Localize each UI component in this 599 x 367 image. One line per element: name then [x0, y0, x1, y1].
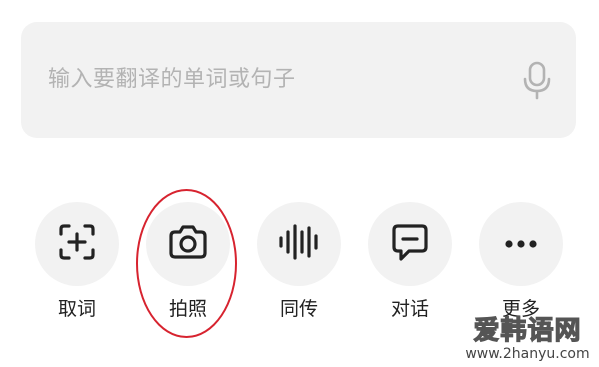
camera-icon: [166, 222, 210, 266]
tool-more-label: 更多: [501, 298, 540, 320]
capture-word-icon: [57, 222, 97, 266]
tool-simultaneous[interactable]: 同传: [257, 202, 341, 326]
tool-capture-word-label: 取词: [57, 298, 96, 320]
tool-capture-word[interactable]: 取词: [35, 202, 119, 326]
tool-dialogue-label: 对话: [390, 298, 429, 320]
microphone-icon[interactable]: [521, 60, 553, 100]
tool-camera-label: 拍照: [168, 298, 207, 320]
more-dots-icon: [501, 235, 541, 254]
tool-dialogue-button[interactable]: [368, 202, 452, 286]
search-placeholder: 输入要翻译的单词或句子: [48, 67, 296, 92]
tool-more[interactable]: 更多: [479, 202, 563, 326]
tool-camera-button[interactable]: [146, 202, 230, 286]
tool-more-button[interactable]: [479, 202, 563, 286]
search-box[interactable]: 输入要翻译的单词或句子: [21, 22, 576, 138]
chat-bubble-icon: [389, 221, 431, 267]
tool-dialogue[interactable]: 对话: [368, 202, 452, 326]
tool-simultaneous-button[interactable]: [257, 202, 341, 286]
soundwave-icon: [276, 222, 322, 266]
tool-simultaneous-label: 同传: [279, 298, 318, 320]
watermark-url: www.2hanyu.com: [465, 346, 590, 362]
tool-capture-word-button[interactable]: [35, 202, 119, 286]
tool-camera[interactable]: 拍照: [146, 202, 230, 326]
